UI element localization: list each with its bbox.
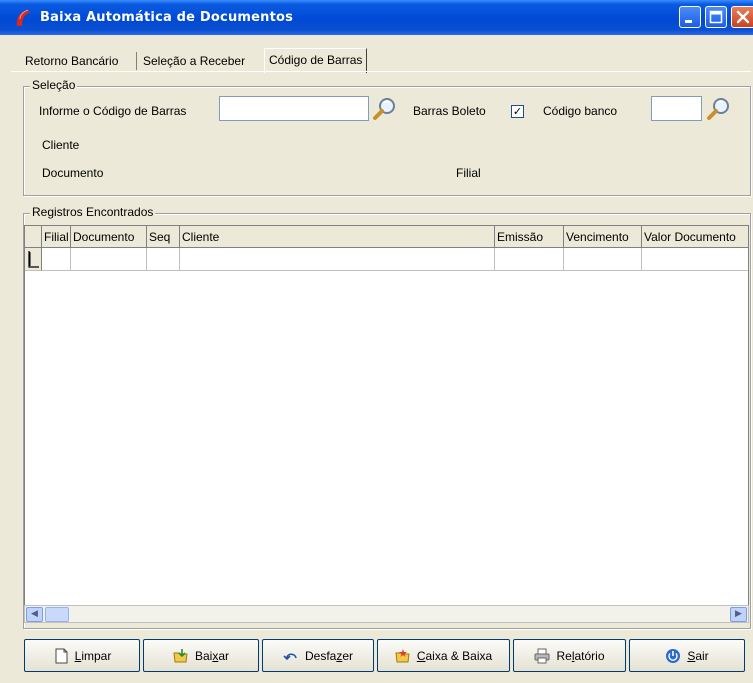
- tab-label: Código de Barras: [269, 53, 363, 67]
- tab-separator: [136, 52, 137, 70]
- column-header-vencimento[interactable]: Vencimento: [564, 226, 642, 248]
- grid-cell-seq[interactable]: [147, 248, 180, 271]
- tab-label: Seleção a Receber: [143, 54, 246, 68]
- barcode-label: Informe o Código de Barras: [39, 104, 187, 118]
- horizontal-scrollbar[interactable]: ◀ ▶: [24, 605, 749, 623]
- grid-cell-documento[interactable]: [71, 248, 147, 271]
- tab-label: Retorno Bancário: [25, 54, 119, 68]
- documento-label: Documento: [42, 166, 104, 180]
- close-button[interactable]: [731, 6, 753, 28]
- column-header-valor-documento[interactable]: Valor Documento: [642, 226, 748, 248]
- relatorio-button[interactable]: Relatório: [513, 639, 626, 672]
- codigo-banco-label: Código banco: [543, 104, 618, 118]
- power-icon: [666, 648, 681, 663]
- tab-retorno-bancario[interactable]: Retorno Bancário: [21, 50, 122, 72]
- sair-button[interactable]: Sair: [629, 639, 745, 672]
- registros-group-title: Registros Encontrados: [30, 205, 156, 219]
- desfazer-label: Desfazer: [304, 648, 354, 663]
- row-indicator[interactable]: [25, 248, 42, 271]
- folder-star-icon: [395, 648, 410, 662]
- magnifier-icon: [707, 98, 729, 120]
- printer-icon: [534, 648, 550, 663]
- column-header-emissao[interactable]: Emissão: [495, 226, 564, 248]
- column-header-seq[interactable]: Seq: [147, 226, 180, 248]
- cliente-label: Cliente: [42, 138, 80, 152]
- records-grid[interactable]: Filial Documento Seq Cliente Emissão Ven…: [24, 225, 749, 606]
- minimize-button[interactable]: [679, 6, 701, 28]
- window-title: Baixa Automática de Documentos: [40, 10, 294, 25]
- baixar-button[interactable]: Baixar: [143, 639, 259, 672]
- scroll-left-button[interactable]: ◀: [26, 607, 43, 622]
- magnifier-icon: [373, 98, 395, 120]
- selecao-group-title: Seleção: [30, 78, 78, 92]
- undo-icon: [283, 652, 297, 660]
- caixa-e-baixa-label: Caixa & Baixa: [416, 648, 493, 663]
- codigo-banco-input[interactable]: [651, 96, 702, 121]
- filial-label: Filial: [456, 166, 481, 180]
- row-pointer-icon: [28, 251, 39, 268]
- barcode-input[interactable]: [219, 96, 369, 121]
- title-bar[interactable]: Baixa Automática de Documentos: [0, 0, 753, 35]
- app-logo-icon: [16, 9, 30, 26]
- sair-label: Sair: [687, 648, 709, 663]
- limpar-button[interactable]: Limpar: [24, 639, 140, 672]
- application-window: Baixa Automática de Documentos Retorno B…: [0, 0, 753, 683]
- grid-cell-vencimento[interactable]: [564, 248, 642, 271]
- barras-boleto-checkbox[interactable]: ✓: [511, 105, 524, 118]
- minimize-icon: [685, 20, 692, 23]
- row-indicator-header: [25, 226, 42, 248]
- barras-boleto-label: Barras Boleto: [413, 104, 486, 118]
- maximize-icon: [709, 10, 723, 24]
- close-icon: [736, 10, 750, 24]
- grid-cell-filial[interactable]: [42, 248, 71, 271]
- caixa-e-baixa-button[interactable]: Caixa & Baixa: [377, 639, 510, 672]
- tab-selecao-a-receber[interactable]: Seleção a Receber: [139, 50, 249, 72]
- maximize-button[interactable]: [705, 6, 727, 28]
- baixar-label: Baixar: [194, 648, 229, 663]
- scroll-thumb[interactable]: [45, 607, 69, 622]
- grid-cell-valor-documento[interactable]: [642, 248, 748, 271]
- column-header-documento[interactable]: Documento: [71, 226, 147, 248]
- grid-cell-emissao[interactable]: [495, 248, 564, 271]
- blank-page-icon: [55, 648, 68, 663]
- grid-cell-cliente[interactable]: [180, 248, 495, 271]
- barcode-search-button[interactable]: [371, 95, 399, 123]
- scroll-right-button[interactable]: ▶: [730, 607, 747, 622]
- column-header-cliente[interactable]: Cliente: [180, 226, 495, 248]
- limpar-label: Limpar: [74, 648, 112, 663]
- tab-codigo-de-barras[interactable]: Código de Barras: [264, 48, 368, 73]
- column-header-filial[interactable]: Filial: [42, 226, 71, 248]
- relatorio-label: Relatório: [556, 648, 605, 663]
- desfazer-button[interactable]: Desfazer: [262, 639, 374, 672]
- folder-arrow-icon: [173, 648, 188, 662]
- codigo-banco-search-button[interactable]: [705, 95, 733, 123]
- tab-panel-border: [11, 71, 751, 72]
